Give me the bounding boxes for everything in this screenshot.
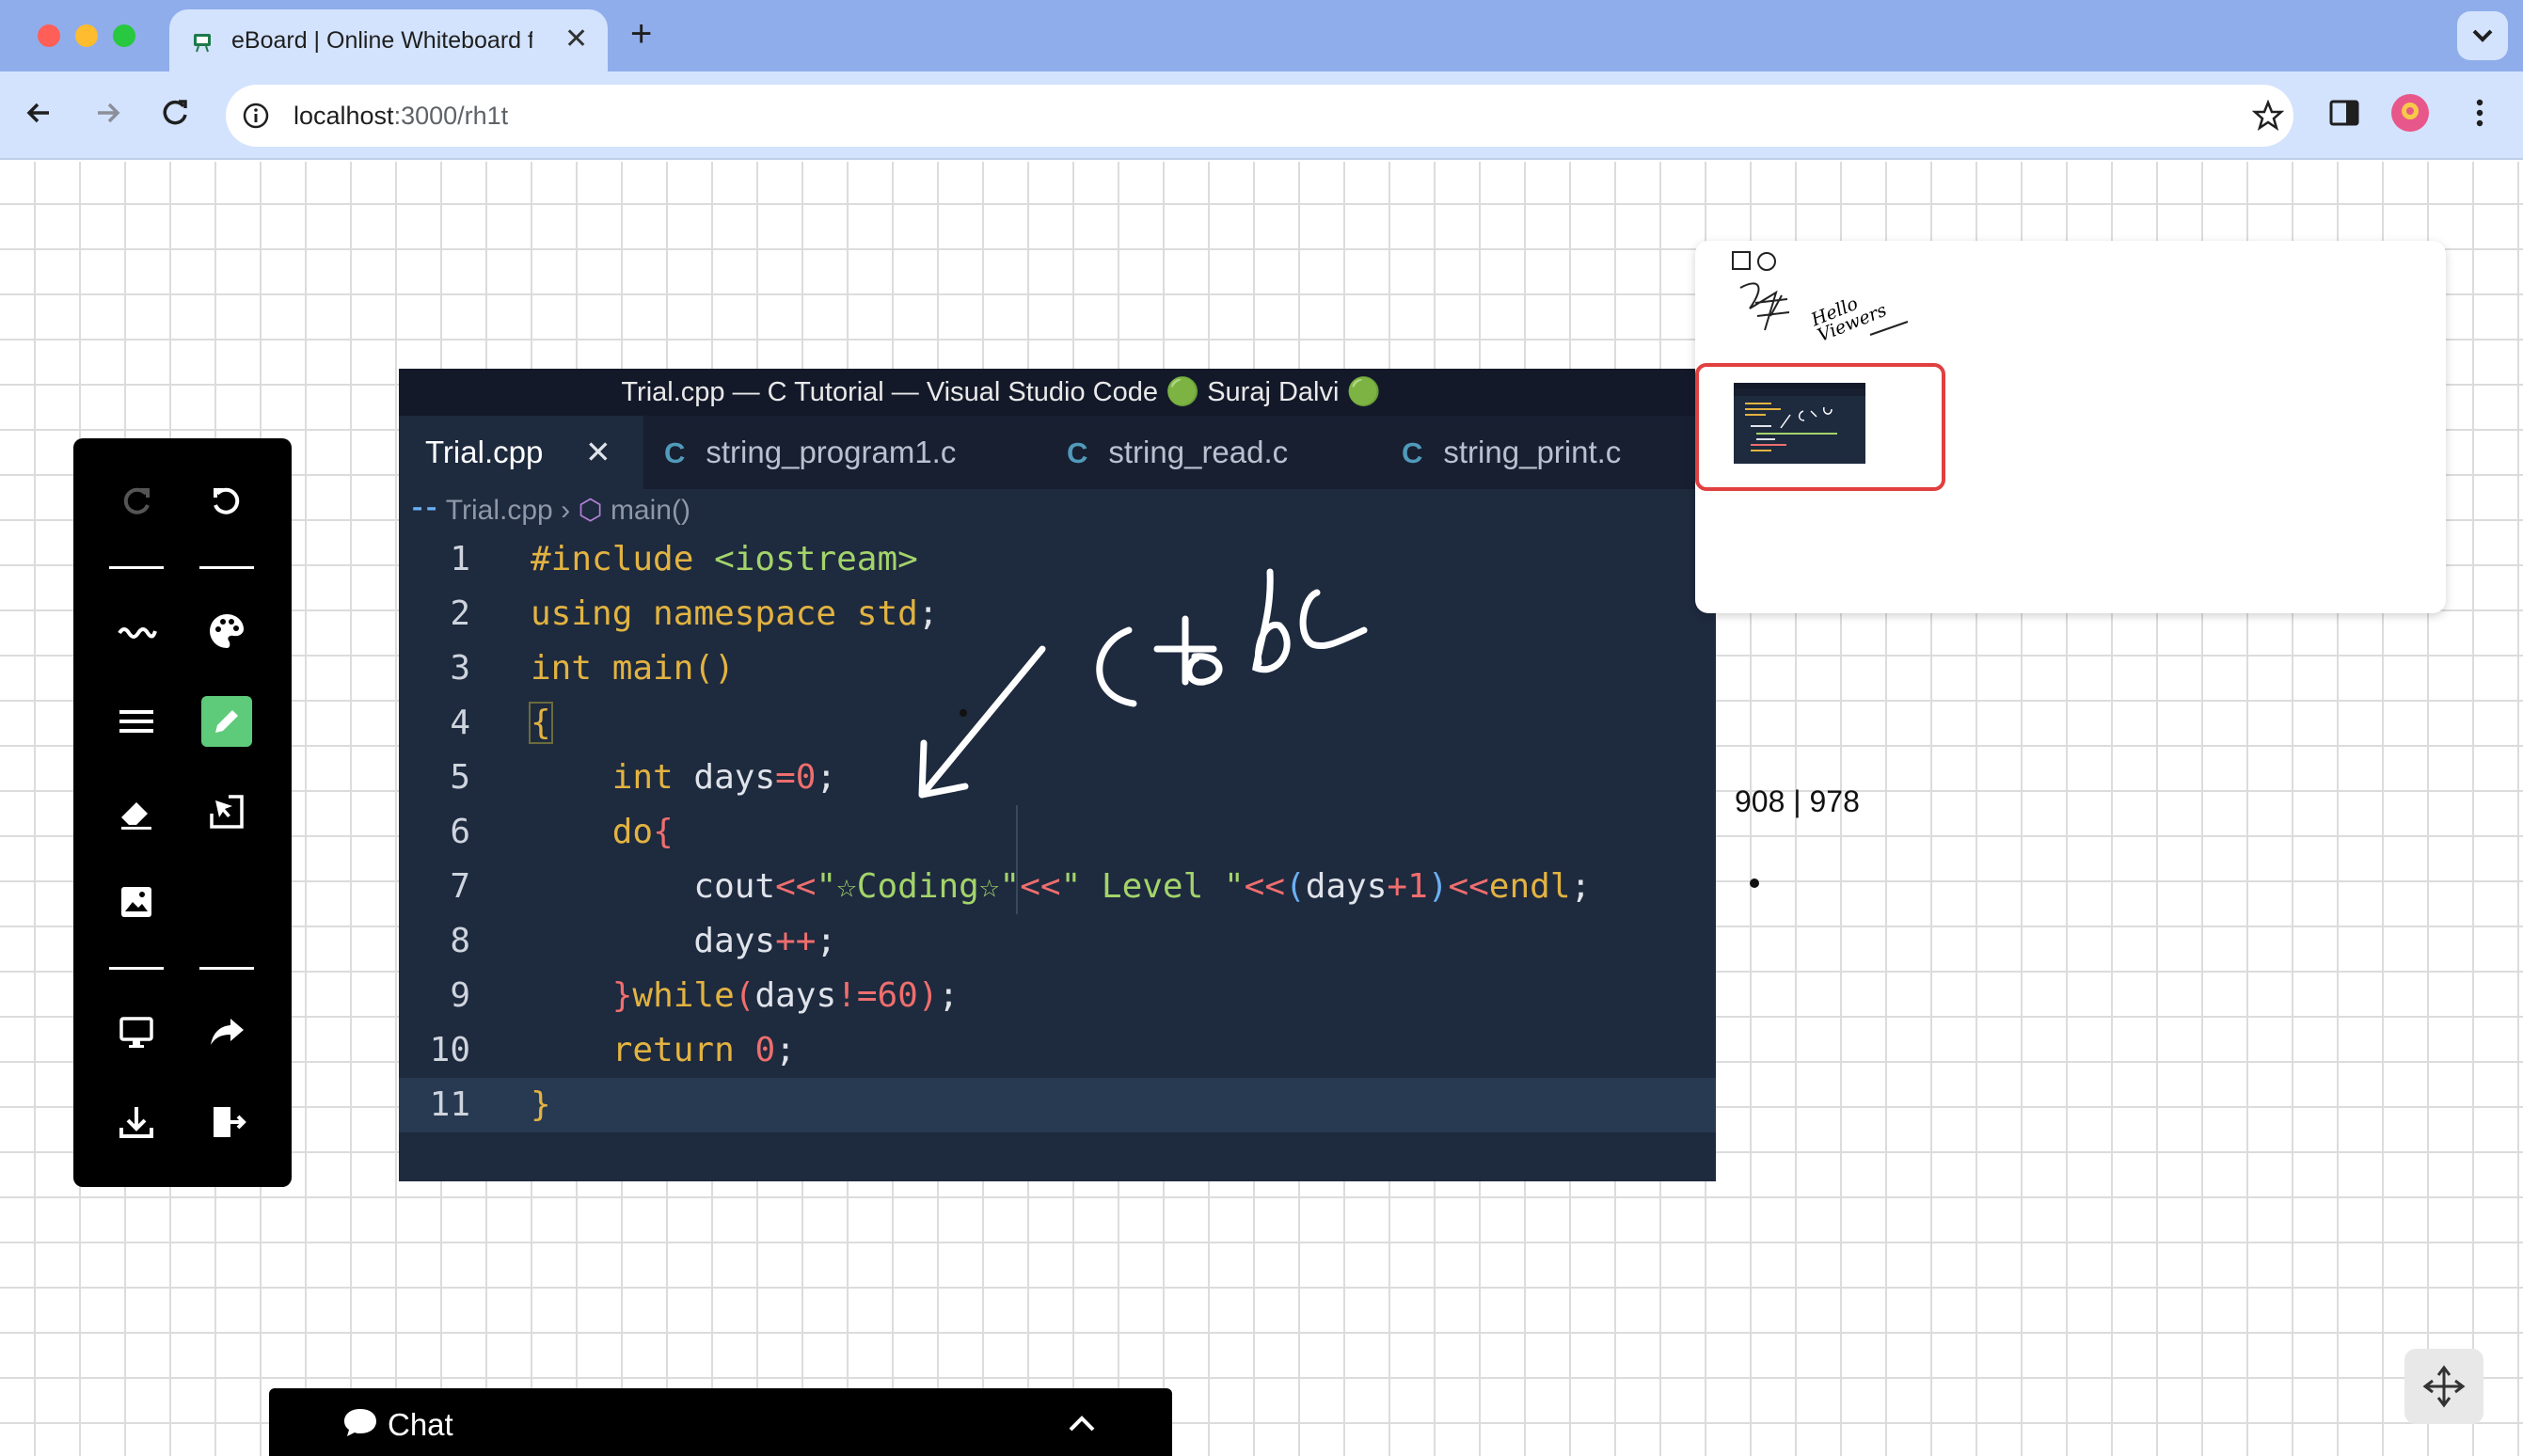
- chat-bubble-icon: [344, 1409, 376, 1436]
- divider: [199, 967, 254, 970]
- insert-image-button[interactable]: [111, 877, 162, 927]
- move-arrows-icon: [2422, 1365, 2466, 1408]
- minimap-code-thumbnail: [1734, 383, 1865, 464]
- cursor-coordinates: 908 | 978: [1735, 784, 1860, 818]
- browser-menu-icon[interactable]: [2457, 90, 2502, 135]
- download-button[interactable]: [111, 1097, 162, 1147]
- toolbar-panel: [73, 438, 292, 1187]
- redo-button[interactable]: [111, 476, 162, 527]
- pen-tool-button[interactable]: [201, 696, 252, 747]
- bookmark-star-icon[interactable]: [2252, 100, 2284, 132]
- undo-button[interactable]: [201, 476, 252, 527]
- select-tool-button[interactable]: [201, 786, 252, 837]
- url-text: localhost:3000/rh1t: [294, 102, 509, 130]
- reload-icon[interactable]: [152, 90, 198, 135]
- select-cursor-icon: [210, 795, 244, 829]
- vscode-tab: Cstring_print.c: [1402, 435, 1622, 469]
- eboard-favicon-icon: [194, 34, 211, 53]
- back-icon[interactable]: [17, 90, 62, 135]
- minimize-window-button[interactable]: [75, 24, 98, 47]
- color-palette-button[interactable]: [201, 606, 252, 657]
- thumbnail-preview: [1734, 383, 1865, 451]
- chevron-right-icon: ›: [561, 495, 579, 526]
- fit-to-screen-button[interactable]: [2404, 1349, 2483, 1424]
- present-button[interactable]: [111, 1006, 162, 1057]
- handwritten-code-annotation: [918, 568, 1368, 799]
- vscode-tab-active: Trial.cpp ✕: [399, 416, 643, 489]
- profile-avatar[interactable]: [2388, 90, 2433, 135]
- exit-door-icon: [214, 1107, 246, 1137]
- eraser-button[interactable]: [111, 786, 162, 837]
- chat-label: Chat: [388, 1407, 453, 1442]
- close-window-button[interactable]: [38, 24, 60, 47]
- chevron-down-icon: [2472, 29, 2493, 42]
- pencil-icon: [215, 710, 238, 733]
- image-icon: [121, 887, 151, 917]
- browser-tab-active[interactable]: eBoard | Online Whiteboard fo ✕: [169, 9, 608, 71]
- code-line: 8 days++;: [450, 922, 837, 960]
- share-arrow-icon: [211, 1019, 244, 1045]
- c-file-icon: C: [664, 436, 686, 469]
- stroke-width-button[interactable]: [111, 696, 162, 747]
- redo-icon: [123, 487, 150, 514]
- menu-lines-icon: [119, 710, 153, 733]
- divider: [199, 566, 254, 569]
- undo-icon: [214, 487, 240, 514]
- code-line: 9 }while(days!=60);: [450, 976, 960, 1015]
- c-file-icon: C: [1067, 436, 1088, 469]
- tab-search-button[interactable]: [2457, 11, 2508, 60]
- vscode-title-bar: Trial.cpp — C Tutorial — Visual Studio C…: [399, 369, 1716, 416]
- indent-guide: [1016, 805, 1018, 914]
- share-button[interactable]: [201, 1006, 252, 1057]
- code-line: 11}: [399, 1078, 1716, 1132]
- close-icon: ✕: [585, 435, 611, 469]
- vscode-tab: Cstring_read.c: [1067, 435, 1289, 469]
- tab-title: eBoard | Online Whiteboard fo: [231, 27, 532, 54]
- monitor-icon: [119, 1017, 153, 1048]
- divider: [109, 967, 164, 970]
- code-line: 10 return 0;: [429, 1031, 796, 1069]
- side-panel-icon[interactable]: [2322, 90, 2367, 135]
- cube-icon: ⬡: [578, 495, 603, 526]
- stroke-style-button[interactable]: [111, 606, 162, 657]
- browser-toolbar: localhost:3000/rh1t: [0, 71, 2523, 160]
- vscode-breadcrumb: ⁃⁃ Trial.cpp › ⬡ main(): [410, 495, 690, 526]
- browser-tab-strip: eBoard | Online Whiteboard fo ✕ +: [0, 0, 2523, 71]
- divider: [109, 566, 164, 569]
- close-tab-icon[interactable]: ✕: [564, 23, 588, 55]
- chat-bar[interactable]: Chat: [269, 1388, 1172, 1456]
- c-file-icon: C: [1402, 436, 1423, 469]
- wavy-line-icon: [118, 627, 157, 639]
- new-tab-button[interactable]: +: [630, 13, 652, 55]
- download-icon: [119, 1107, 153, 1138]
- forward-icon[interactable]: [85, 90, 130, 135]
- vscode-tab: Cstring_program1.c: [664, 435, 957, 469]
- site-info-icon[interactable]: [241, 101, 271, 131]
- eraser-icon: [121, 802, 151, 830]
- address-bar[interactable]: localhost:3000/rh1t: [226, 85, 2293, 147]
- vscode-tab-bar: Trial.cpp ✕ Cstring_program1.c Cstring_r…: [399, 416, 1716, 489]
- chevron-up-icon[interactable]: [1065, 1409, 1099, 1437]
- code-line: 7 cout<<"☆Coding☆"<<" Level "<<(days+1)<…: [450, 867, 1592, 906]
- exit-board-button[interactable]: [201, 1097, 252, 1147]
- file-icon: ⁃⁃: [410, 495, 438, 526]
- palette-icon: [210, 614, 244, 648]
- maximize-window-button[interactable]: [113, 24, 135, 47]
- cursor-dot: [1750, 878, 1759, 888]
